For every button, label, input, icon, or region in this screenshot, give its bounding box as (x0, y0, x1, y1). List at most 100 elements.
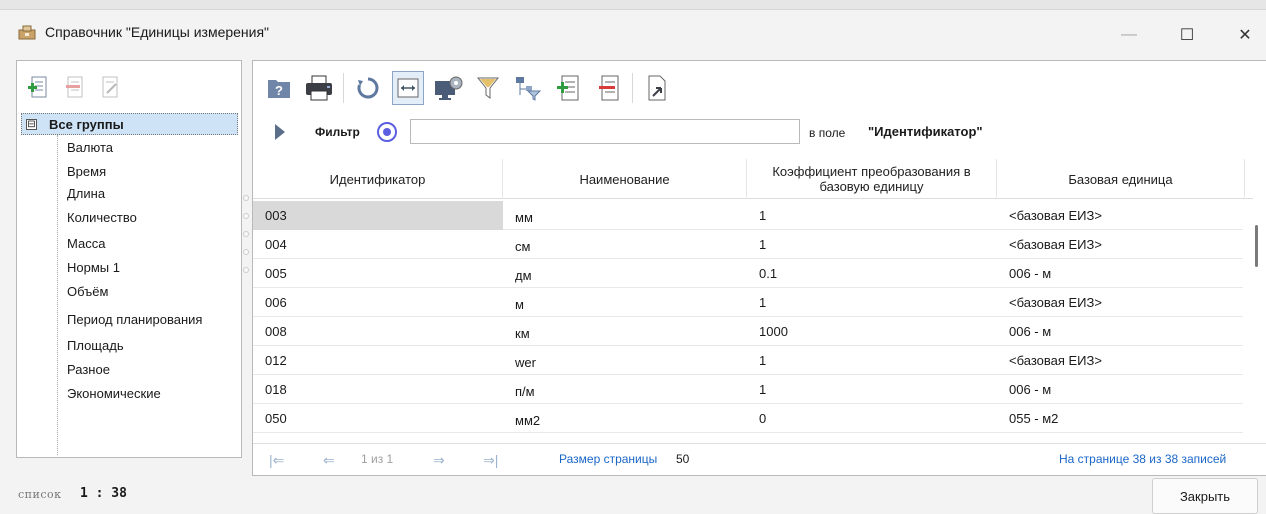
table-row[interactable]: 050 мм2 0 055 - м2 (253, 404, 1243, 433)
filter-field-name[interactable]: "Идентификатор" (868, 124, 983, 139)
tree-item-time[interactable]: Время (67, 161, 106, 181)
expand-filter-icon[interactable] (275, 124, 285, 140)
cell-name[interactable]: м (503, 288, 747, 317)
cell-id[interactable]: 005 (253, 259, 503, 288)
records-panel: ? Фильтр в поле "Идентификатор" Идентифи… (252, 60, 1266, 476)
svg-text:?: ? (275, 83, 283, 98)
cell-name[interactable]: см (503, 230, 747, 259)
table-row[interactable]: 004 см 1 <базовая ЕИЗ> (253, 230, 1243, 259)
help-icon[interactable]: ? (263, 71, 295, 105)
tree-item-norms[interactable]: Нормы 1 (67, 257, 120, 277)
cell-id[interactable]: 012 (253, 346, 503, 375)
cell-coefficient[interactable]: 1 (747, 375, 997, 404)
cell-base-unit[interactable]: 006 - м (997, 375, 1243, 404)
fit-columns-icon[interactable] (392, 71, 424, 105)
table-row[interactable]: 006 м 1 <базовая ЕИЗ> (253, 288, 1243, 317)
print-icon[interactable] (303, 71, 335, 105)
tree-item-length[interactable]: Длина (67, 183, 105, 203)
page-size-label[interactable]: Размер страницы (559, 452, 657, 466)
cell-base-unit[interactable]: 055 - м2 (997, 404, 1243, 433)
delete-record-icon[interactable] (592, 71, 624, 105)
grid-scrollbar[interactable] (1255, 201, 1261, 435)
cell-coefficient[interactable]: 0.1 (747, 259, 997, 288)
add-group-icon[interactable] (25, 73, 51, 101)
minimize-button[interactable]: — (1106, 20, 1152, 50)
cell-base-unit[interactable]: <базовая ЕИЗ> (997, 346, 1243, 375)
export-icon[interactable] (641, 71, 673, 105)
cell-name[interactable]: км (503, 317, 747, 346)
prev-page-icon[interactable]: ⇐ (323, 452, 335, 469)
tree-item-volume[interactable]: Объём (67, 281, 108, 301)
tree-filter-icon[interactable] (512, 71, 544, 105)
records-info: На странице 38 из 38 записей (1059, 452, 1227, 466)
cell-coefficient[interactable]: 1 (747, 346, 997, 375)
tree-item-currency[interactable]: Валюта (67, 137, 113, 157)
cell-name[interactable]: мм2 (503, 404, 747, 433)
app-icon (18, 25, 36, 40)
filter-field-prefix: в поле (809, 126, 846, 140)
title-bar: Справочник "Единицы измерения" — ☐ ✕ (0, 10, 1266, 54)
cell-coefficient[interactable]: 1 (747, 288, 997, 317)
tree-item-mass[interactable]: Масса (67, 233, 105, 253)
cell-id[interactable]: 006 (253, 288, 503, 317)
cell-name[interactable]: п/м (503, 375, 747, 404)
page-info: 1 из 1 (361, 452, 394, 466)
cell-coefficient[interactable]: 0 (747, 404, 997, 433)
refresh-icon[interactable] (352, 71, 384, 105)
cell-coefficient[interactable]: 1000 (747, 317, 997, 346)
cell-base-unit[interactable]: 006 - м (997, 259, 1243, 288)
collapse-icon[interactable]: ⊟ (26, 118, 37, 130)
tree-item-misc[interactable]: Разное (67, 359, 110, 379)
display-settings-icon[interactable] (432, 71, 464, 105)
main-toolbar: ? (263, 69, 673, 107)
table-row[interactable]: 003 мм 1 <базовая ЕИЗ> (253, 201, 1243, 230)
groups-toolbar (17, 61, 241, 113)
edit-group-icon[interactable] (97, 73, 123, 101)
table-row[interactable]: 018 п/м 1 006 - м (253, 375, 1243, 404)
filter-input[interactable] (410, 119, 800, 144)
cell-name[interactable]: wer (503, 346, 747, 375)
cell-base-unit[interactable]: <базовая ЕИЗ> (997, 201, 1243, 230)
tree-item-quantity[interactable]: Количество (67, 207, 137, 227)
cell-id[interactable]: 018 (253, 375, 503, 404)
cell-name[interactable]: дм (503, 259, 747, 288)
next-page-icon[interactable]: ⇒ (433, 452, 445, 469)
first-page-icon[interactable]: |⇐ (269, 452, 284, 469)
filter-radio[interactable] (377, 122, 397, 142)
cell-coefficient[interactable]: 1 (747, 201, 997, 230)
table-row[interactable]: 012 wer 1 <базовая ЕИЗ> (253, 346, 1243, 375)
column-header-base-unit[interactable]: Базовая единица (997, 159, 1245, 199)
page-size-value[interactable]: 50 (676, 452, 689, 466)
maximize-button[interactable]: ☐ (1164, 20, 1210, 50)
filter-label: Фильтр (315, 125, 360, 139)
cell-base-unit[interactable]: <базовая ЕИЗ> (997, 230, 1243, 259)
cell-id[interactable]: 050 (253, 404, 503, 433)
table-row[interactable]: 005 дм 0.1 006 - м (253, 259, 1243, 288)
cell-base-unit[interactable]: 006 - м (997, 317, 1243, 346)
remove-group-icon[interactable] (61, 73, 87, 101)
tree-item-planning-period[interactable]: Период планирования (67, 309, 202, 329)
tree-item-economic[interactable]: Экономические (67, 383, 161, 403)
table-row[interactable]: 008 км 1000 006 - м (253, 317, 1243, 346)
cell-name[interactable]: мм (503, 201, 747, 230)
tree-root-label: Все группы (49, 116, 124, 132)
cell-coefficient[interactable]: 1 (747, 230, 997, 259)
tree-item-area[interactable]: Площадь (67, 335, 124, 355)
add-record-icon[interactable] (552, 71, 584, 105)
close-window-button[interactable]: ✕ (1222, 20, 1266, 50)
cell-id[interactable]: 004 (253, 230, 503, 259)
column-header-name[interactable]: Наименование (503, 159, 747, 199)
tree-root-all-groups[interactable]: ⊟ Все группы (21, 113, 238, 135)
panel-splitter[interactable] (243, 195, 250, 315)
last-page-icon[interactable]: ⇒| (483, 452, 498, 469)
background-strip (0, 0, 1266, 10)
column-header-id[interactable]: Идентификатор (253, 159, 503, 199)
cell-id[interactable]: 003 (253, 201, 503, 230)
cell-base-unit[interactable]: <базовая ЕИЗ> (997, 288, 1243, 317)
cell-id[interactable]: 008 (253, 317, 503, 346)
grid-body: 003 мм 1 <базовая ЕИЗ> 004 см 1 <базовая… (253, 201, 1243, 435)
scrollbar-thumb[interactable] (1255, 225, 1258, 267)
filter-icon[interactable] (472, 71, 504, 105)
close-button[interactable]: Закрыть (1152, 478, 1258, 514)
column-header-coefficient[interactable]: Коэффициент преобразования в базовую еди… (747, 159, 997, 199)
